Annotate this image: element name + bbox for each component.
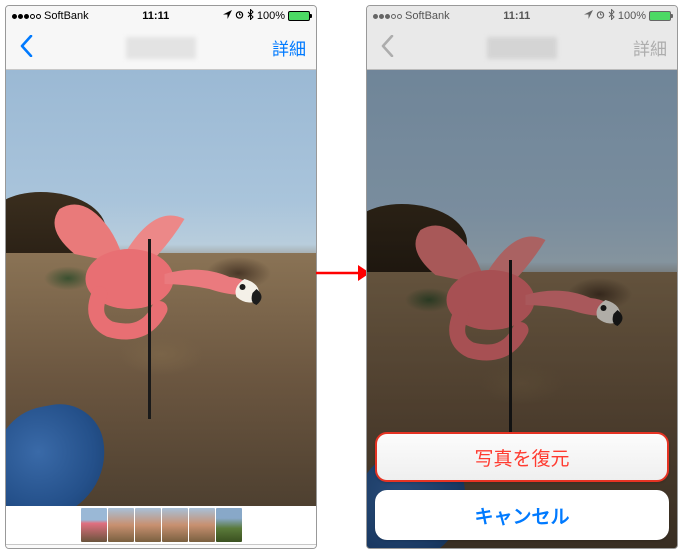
photo-viewer[interactable] xyxy=(6,70,316,506)
battery-icon xyxy=(649,11,671,21)
detail-button: 詳細 xyxy=(633,35,667,60)
status-time: 11:11 xyxy=(142,10,169,22)
thumbnail[interactable] xyxy=(216,508,242,542)
restore-photo-button[interactable]: 写真を復元 xyxy=(375,432,669,482)
thumbnail[interactable] xyxy=(189,508,215,542)
thumbnail[interactable] xyxy=(108,508,134,542)
location-icon xyxy=(223,10,232,22)
cancel-button[interactable]: キャンセル xyxy=(375,490,669,540)
status-time: 11:11 xyxy=(503,10,530,22)
battery-percent: 100% xyxy=(618,10,646,22)
restore-button[interactable]: 復元 xyxy=(254,548,304,549)
left-screenshot: SoftBank 11:11 100% 詳細 xyxy=(5,5,317,549)
alarm-icon xyxy=(235,10,244,22)
right-screenshot: SoftBank 11:11 100% 詳細 xyxy=(366,5,678,549)
back-button[interactable] xyxy=(16,35,37,61)
bluetooth-icon xyxy=(247,9,254,23)
carrier-label: SoftBank xyxy=(44,10,89,22)
carrier-label: SoftBank xyxy=(405,10,450,22)
photo-subject-flamingo xyxy=(396,220,626,380)
status-bar: SoftBank 11:11 100% xyxy=(6,6,316,26)
detail-button[interactable]: 詳細 xyxy=(272,35,306,60)
thumbnail[interactable] xyxy=(135,508,161,542)
nav-bar: 詳細 xyxy=(367,26,677,70)
nav-title xyxy=(126,37,196,59)
back-button xyxy=(377,35,398,61)
alarm-icon xyxy=(596,10,605,22)
battery-icon xyxy=(288,11,310,21)
thumbnail-strip[interactable] xyxy=(6,506,316,544)
signal-icon xyxy=(373,14,402,19)
thumbnail[interactable] xyxy=(162,508,188,542)
thumbnail[interactable] xyxy=(81,508,107,542)
photo-subject-flamingo xyxy=(35,199,265,359)
status-bar: SoftBank 11:11 100% xyxy=(367,6,677,26)
battery-percent: 100% xyxy=(257,10,285,22)
signal-icon xyxy=(12,14,41,19)
location-icon xyxy=(584,10,593,22)
nav-title xyxy=(487,37,557,59)
nav-bar: 詳細 xyxy=(6,26,316,70)
bluetooth-icon xyxy=(608,9,615,23)
bottom-toolbar: 削除 復元 xyxy=(6,544,316,549)
action-sheet: 写真を復元 キャンセル xyxy=(375,432,669,540)
arrow-icon xyxy=(314,262,372,284)
